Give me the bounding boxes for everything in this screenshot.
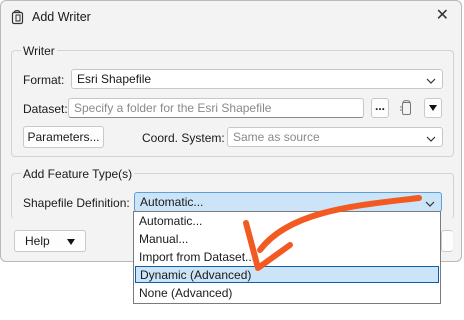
app-icon (11, 9, 25, 28)
triangle-down-icon (429, 105, 437, 111)
option-manual[interactable]: Manual... (135, 231, 439, 248)
dataset-options-icon[interactable] (399, 98, 415, 121)
option-none-advanced[interactable]: None (Advanced) (135, 285, 439, 302)
coord-system-select[interactable]: Same as source (227, 127, 443, 147)
dataset-label: Dataset: (23, 102, 68, 116)
feature-types-legend: Add Feature Type(s) (21, 167, 135, 181)
option-import-from-dataset[interactable]: Import from Dataset... (135, 249, 439, 266)
title-bar: Add Writer ✕ (1, 1, 461, 33)
format-select[interactable]: Esri Shapefile (71, 69, 443, 89)
close-icon[interactable]: ✕ (436, 7, 449, 25)
format-label: Format: (23, 73, 65, 87)
triangle-down-icon (67, 239, 76, 245)
chevron-down-icon (426, 74, 436, 88)
browse-button[interactable]: ... (371, 98, 389, 118)
format-value: Esri Shapefile (77, 72, 152, 86)
shapefile-definition-value: Automatic... (140, 195, 204, 209)
coord-system-value: Same as source (233, 130, 320, 144)
option-dynamic-advanced[interactable]: Dynamic (Advanced) (135, 266, 439, 283)
chevron-down-icon (425, 197, 435, 211)
option-automatic[interactable]: Automatic... (135, 213, 439, 230)
help-button[interactable]: Help (14, 230, 86, 252)
shapefile-definition-select[interactable]: Automatic... (134, 192, 442, 212)
writer-group-legend: Writer (21, 44, 57, 58)
chevron-down-icon (426, 132, 436, 146)
shapefile-definition-label: Shapefile Definition: (23, 196, 130, 210)
dataset-dropdown-button[interactable] (424, 98, 442, 118)
window-title: Add Writer (32, 10, 91, 24)
parameters-button[interactable]: Parameters... (23, 126, 104, 148)
help-label: Help (24, 234, 50, 248)
coord-system-label: Coord. System: (142, 131, 225, 145)
ok-button-edge[interactable] (441, 230, 453, 252)
shapefile-definition-dropdown: Automatic... Manual... Import from Datas… (133, 211, 441, 304)
dataset-input[interactable] (68, 98, 364, 118)
